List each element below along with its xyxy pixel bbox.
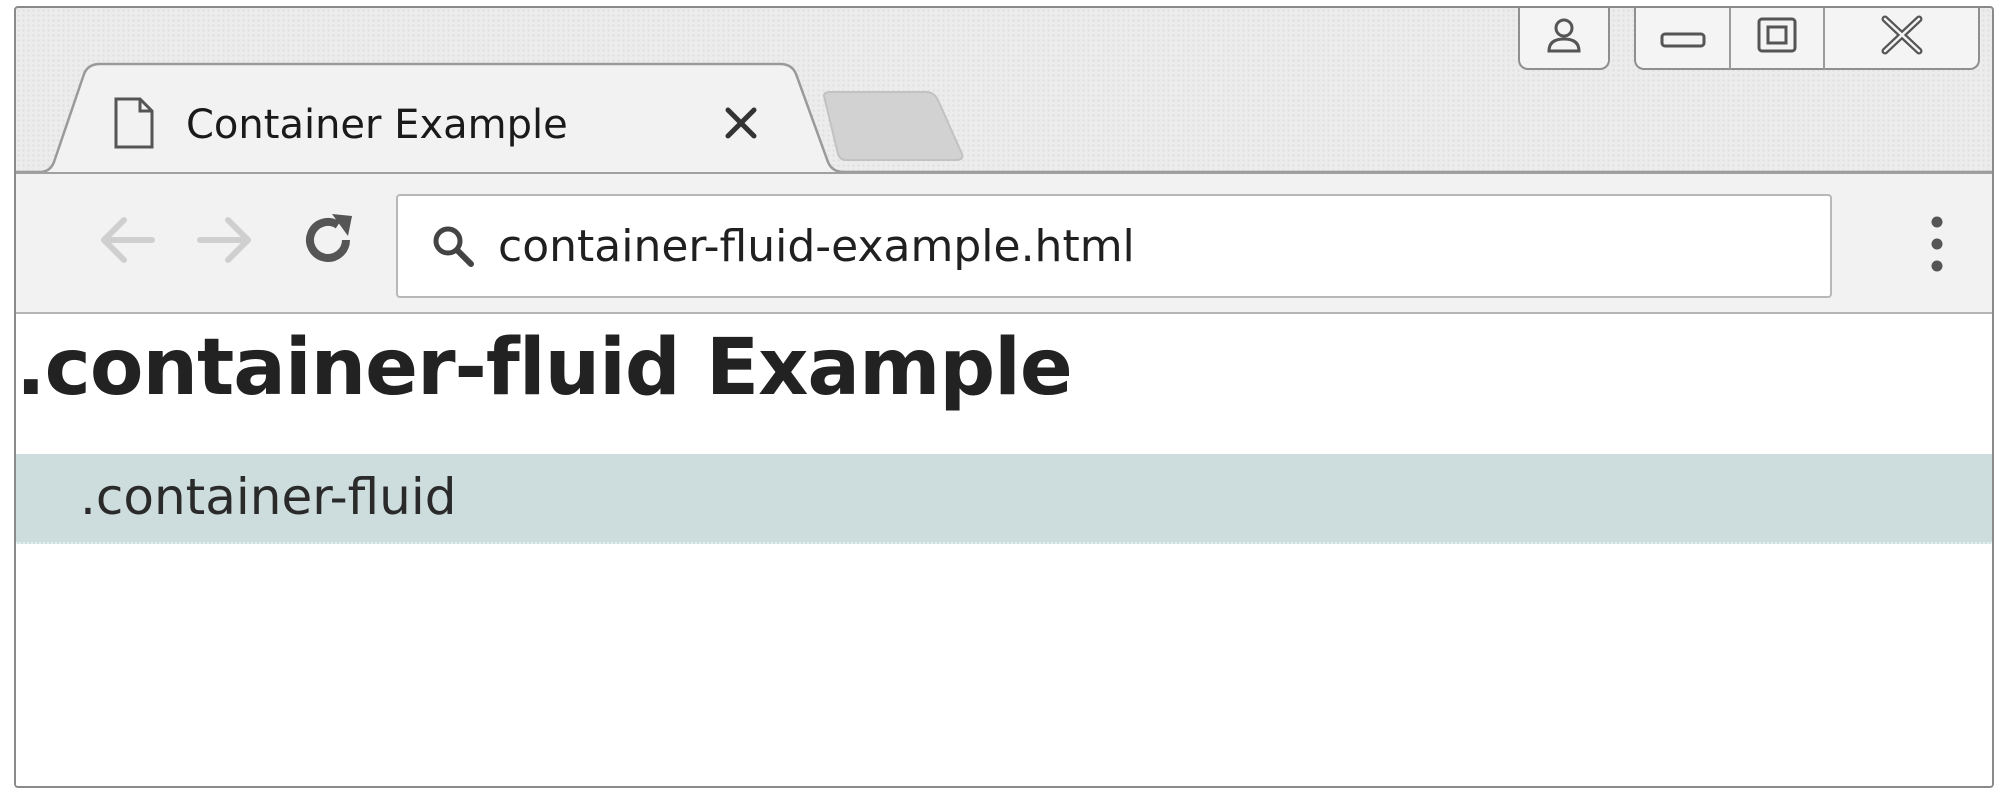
tab-title: Container Example [186,102,568,148]
page-icon [112,95,156,155]
container-fluid-label: .container-fluid [80,468,457,526]
page-title: .container-fluid Example [16,323,1073,413]
address-text[interactable]: container-fluid-example.html [498,221,1135,272]
tab-container-example[interactable]: Container Example [112,90,568,160]
page-viewport: .container-fluid Example .container-flui… [16,314,1992,786]
address-bar[interactable]: container-fluid-example.html [396,194,1832,298]
forward-button[interactable] [186,202,266,282]
forward-arrow-icon [196,214,256,270]
browser-toolbar: container-fluid-example.html [16,172,1992,314]
tab-strip: Container Example [16,8,1992,174]
back-arrow-icon [96,214,156,270]
close-icon [723,105,759,145]
vertical-dots-icon [1929,214,1945,278]
browser-menu-button[interactable] [1912,208,1962,284]
reload-icon [298,210,358,274]
container-fluid-box: .container-fluid [16,454,1992,544]
browser-window: Container Example container-fluid-exampl… [14,6,1994,788]
tab-close-button[interactable] [714,98,768,152]
search-icon [422,224,484,268]
new-tab-button[interactable] [820,90,970,164]
reload-button[interactable] [288,202,368,282]
back-button[interactable] [86,202,166,282]
